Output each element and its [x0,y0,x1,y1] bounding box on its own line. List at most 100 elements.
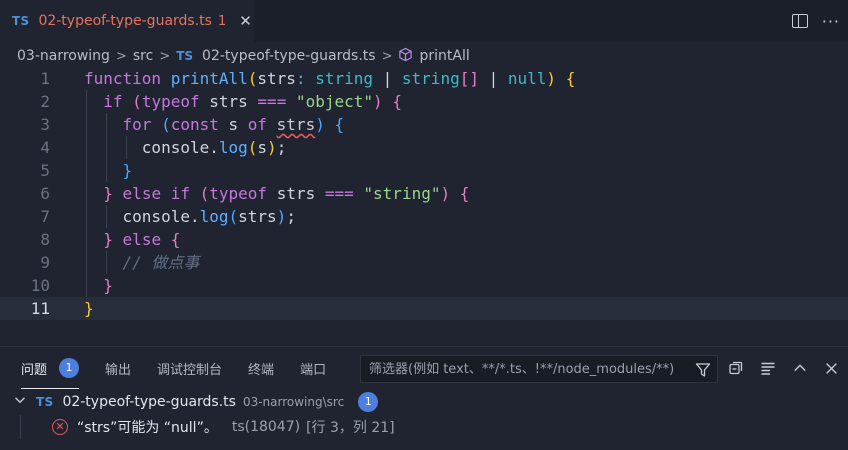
code-token: ( [228,207,239,226]
line-number: 5 [40,161,50,180]
split-editor-icon[interactable] [791,14,808,28]
indent-guide [106,205,107,228]
problems-count-badge: 1 [59,358,80,378]
code-token: ) [440,184,451,203]
panel-actions [727,347,840,389]
code-token: string [315,69,373,88]
code-token: { [459,184,470,203]
chevron-right-icon: > [381,48,393,64]
panel-tab[interactable]: 端口 [300,359,326,378]
code-token: ) [546,69,557,88]
tree-indent-guide [20,415,21,439]
code-line[interactable]: 1 function printAll(strs: string | string… [0,67,848,90]
filter-input[interactable] [369,361,685,377]
code-token: "object" [295,92,374,111]
code-editor[interactable]: 11} 10 } 9 // 做点事 8 } else {7 console.log(s… [0,67,848,320]
problem-message: “strs”可能为 “null”。 [77,420,218,436]
typescript-icon: TS [36,395,54,409]
line-number: 11 [30,299,50,318]
problem-code: ts(18047) [231,419,301,435]
maximize-panel-icon[interactable] [791,360,808,377]
problem-position: [行 3，列 21] [306,420,395,436]
chevron-down-icon[interactable] [14,394,26,410]
panel-tab-label: 调试控制台 [157,362,223,378]
code-token: | [478,69,508,88]
group-file-name: 02-typeof-type-guards.ts [62,394,236,410]
group-file-path: 03-narrowing\src [242,395,345,409]
code-line[interactable]: 10 } [0,274,848,297]
code-line[interactable]: 2 if (typeof strs === "object") { [0,90,848,113]
code-token: // 做点事 [122,253,200,272]
code-token: ) [276,207,287,226]
code-token: function [84,69,171,88]
problems-filter[interactable] [360,355,718,383]
code-text: } else if (typeof strs === "string") { [84,182,469,205]
collapse-all-icon[interactable] [727,360,744,377]
code-token: { [565,69,576,88]
filter-icon[interactable] [695,362,711,382]
problem-group[interactable]: TS 02-typeof-type-guards.ts 03-narrowing… [14,391,379,413]
group-problem-count: 1 [358,392,379,412]
code-token: const [170,115,229,134]
line-number: 10 [30,276,50,295]
code-token: strs [238,207,277,226]
panel-tab[interactable]: 输出 [105,359,131,378]
code-token: printAll [170,69,248,88]
tab-actions: ··· [791,0,840,42]
code-token: ) [267,138,277,157]
chevron-right-icon: > [115,48,127,64]
code-token: s [228,115,248,134]
code-token: ( [199,184,210,203]
method-cube-icon [398,47,413,66]
code-token: ) [373,92,383,111]
chevron-right-icon: > [159,48,171,64]
code-token: typeof [209,184,277,203]
code-token: typeof [141,92,210,111]
code-line[interactable]: 8 } else { [0,228,848,251]
code-line[interactable]: 4 console.log(s); [0,136,848,159]
panel-tab[interactable]: 调试控制台 [157,359,222,378]
breadcrumb-subfolder[interactable]: src [133,48,153,64]
code-text: if (typeof strs === "object") { [84,90,402,113]
more-actions-icon[interactable]: ··· [822,12,840,31]
code-token: "string" [363,184,441,203]
panel-tab[interactable]: 终端 [248,359,274,378]
breadcrumb-file[interactable]: 02-typeof-type-guards.ts [202,48,376,64]
panel-tab-label: 端口 [300,362,327,378]
code-token: | [373,69,402,88]
line-number: 8 [40,230,50,249]
line-number: 2 [40,92,50,111]
editor-tab[interactable]: TS 02-typeof-type-guards.ts 1 ✕ [0,0,254,42]
code-token: === [257,92,287,111]
code-line[interactable]: 9 // 做点事 [0,251,848,274]
code-text: } else { [84,228,180,251]
code-line[interactable]: 11} [0,297,848,320]
code-token: of [247,115,277,134]
code-token: [] [459,69,479,88]
error-icon: ✕ [52,419,68,435]
close-icon[interactable]: ✕ [239,12,252,30]
code-line[interactable]: 7 console.log(strs); [0,205,848,228]
code-token: ( [161,115,171,134]
code-line[interactable]: 6 } else if (typeof strs === "string") { [0,182,848,205]
code-token: } [103,276,113,295]
breadcrumb-symbol[interactable]: printAll [419,48,469,64]
breadcrumb-folder[interactable]: 03-narrowing [17,48,110,64]
error-squiggle-token: strs [276,115,316,134]
view-as-list-icon[interactable] [759,360,776,377]
problem-item[interactable]: ✕ “strs”可能为 “null”。 ts(18047) [行 3，列 21] [0,415,848,439]
close-panel-icon[interactable] [823,360,840,377]
code-line[interactable]: 3 for (const s of strs) { [0,113,848,136]
code-token: ; [276,138,287,157]
code-text: console.log(s); [84,136,287,159]
panel-tab[interactable]: 问题 1 [21,358,80,389]
code-line[interactable]: 5 } [0,159,848,182]
code-token: string [401,69,460,88]
code-token: for [122,115,162,134]
line-number: 9 [40,253,50,272]
typescript-icon: TS [176,49,194,63]
